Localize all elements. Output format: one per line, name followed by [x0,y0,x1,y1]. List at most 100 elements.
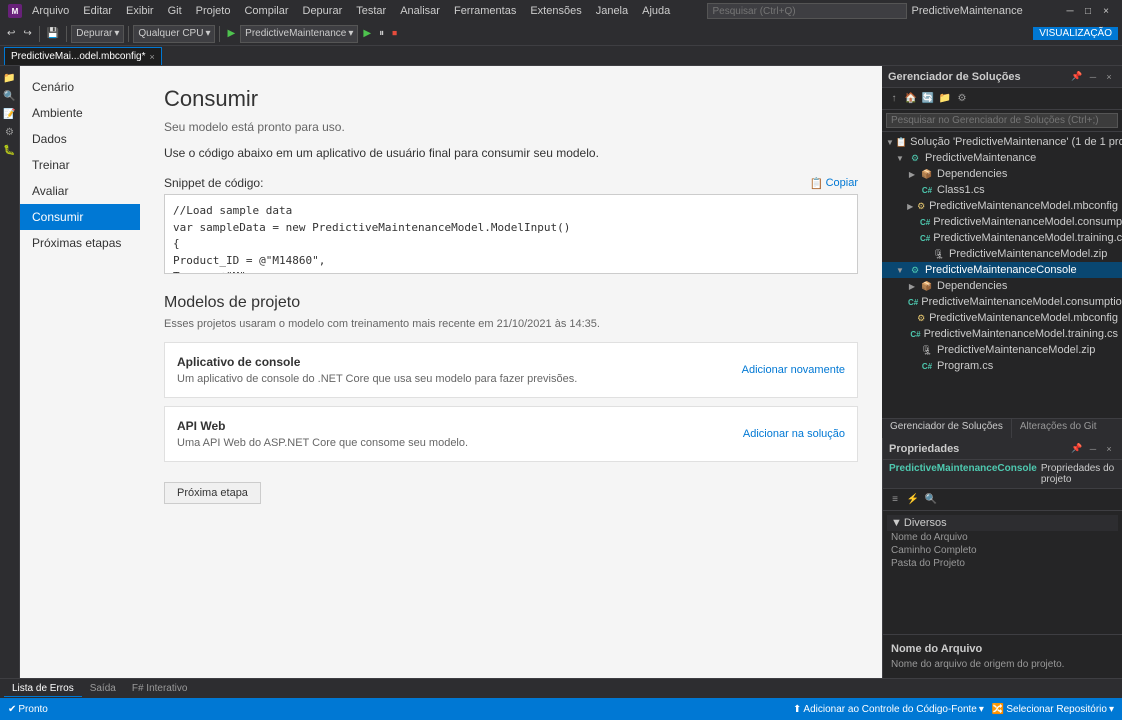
menu-compilar[interactable]: Compilar [238,3,294,19]
active-tab[interactable]: PredictiveMai...odel.mbconfig* × [4,47,162,65]
menu-janela[interactable]: Janela [590,3,634,19]
search-input[interactable] [712,6,902,17]
se-title: Gerenciador de Soluções [888,71,1021,83]
bottom-tab-errors[interactable]: Lista de Erros [4,681,82,697]
menu-git[interactable]: Git [162,3,188,19]
nav-cenario[interactable]: Cenário [20,74,140,100]
separator-2 [66,26,67,42]
pause-btn[interactable]: ⏸ [376,27,387,40]
se-minimize-btn[interactable]: ─ [1086,70,1100,84]
menu-depurar[interactable]: Depurar [297,3,349,19]
minimize-button[interactable]: ─ [1062,4,1078,18]
tree-training1[interactable]: C# PredictiveMaintenanceModel.training.c… [882,230,1122,246]
side-icon-explorer[interactable]: 📁 [2,70,18,86]
nav-dados[interactable]: Dados [20,126,140,152]
expand-icon: ▼ [886,138,894,147]
props-btn-3[interactable]: 🔍 [923,492,939,508]
props-close-btn[interactable]: × [1102,442,1116,456]
toolbar-save[interactable]: 💾 [44,27,62,40]
tab-se[interactable]: Gerenciador de Soluções [882,419,1012,438]
search-box[interactable] [707,3,907,19]
bottom-tab-output[interactable]: Saída [82,681,124,696]
tree-zip1[interactable]: 🗜 PredictiveMaintenanceModel.zip [882,246,1122,262]
menu-projeto[interactable]: Projeto [190,3,237,19]
se-btn-1[interactable]: ↑ [886,91,902,107]
project-dropdown[interactable]: PredictiveMaintenance ▾ [240,25,358,43]
menu-arquivo[interactable]: Arquivo [26,3,75,19]
page-title: Consumir [164,86,858,112]
tree-class1[interactable]: C# Class1.cs [882,182,1122,198]
side-icon-debug[interactable]: 🐛 [2,142,18,158]
nav-ambiente[interactable]: Ambiente [20,100,140,126]
side-icon-search[interactable]: 🔍 [2,88,18,104]
se-pin-btn[interactable]: 📌 [1070,70,1084,84]
snippet-header: Snippet de código: 📋 Copiar [164,176,858,190]
nav-proximas[interactable]: Próximas etapas [20,230,140,256]
tree-dependencies-1[interactable]: ▶ 📦 Dependencies [882,166,1122,182]
status-source-control[interactable]: ⬆ Adicionar ao Controle do Código-Fonte … [793,704,984,715]
se-btn-4[interactable]: 📁 [937,91,953,107]
menu-ajuda[interactable]: Ajuda [636,3,676,19]
props-footer-desc: Nome do arquivo de origem do projeto. [891,659,1114,670]
props-btn-1[interactable]: ≡ [887,492,903,508]
props-key-1: Nome do Arquivo [891,532,991,543]
tab-git[interactable]: Alterações do Git [1012,419,1105,438]
tree-pm-project[interactable]: ▼ ⚙ PredictiveMaintenance [882,150,1122,166]
cs-icon-3: C# [920,231,930,245]
visualization-btn[interactable]: VISUALIZAÇÃO [1033,27,1118,40]
tree-training2[interactable]: C# PredictiveMaintenanceModel.training.c… [882,326,1122,342]
tree-program[interactable]: C# Program.cs [882,358,1122,374]
toolbar-redo[interactable]: ↪ [20,27,34,40]
se-btn-2[interactable]: 🏠 [903,91,919,107]
tree-mbconfig2[interactable]: ⚙ PredictiveMaintenanceModel.mbconfig [882,310,1122,326]
nav-consumir[interactable]: Consumir [20,204,140,230]
props-row-1: Nome do Arquivo [887,531,1118,544]
stop-btn[interactable]: ⏹ [389,27,400,40]
se-bottom-tabs: Gerenciador de Soluções Alterações do Gi… [882,418,1122,438]
side-icon-settings[interactable]: ⚙ [2,124,18,140]
side-icon-notes[interactable]: 📝 [2,106,18,122]
se-close-btn[interactable]: × [1102,70,1116,84]
se-search-input[interactable] [886,113,1118,128]
se-header: Gerenciador de Soluções 📌 ─ × [882,66,1122,88]
bottom-tab-fsharp[interactable]: F# Interativo [124,681,196,696]
tree-console-project[interactable]: ▼ ⚙ PredictiveMaintenanceConsole [882,262,1122,278]
tree-consumption1[interactable]: C# PredictiveMaintenanceModel.consumptio… [882,214,1122,230]
nav-avaliar[interactable]: Avaliar [20,178,140,204]
menu-exibir[interactable]: Exibir [120,3,160,19]
status-repo[interactable]: 🔀 Selecionar Repositório ▾ [992,704,1114,715]
props-min-btn[interactable]: ─ [1086,442,1100,456]
nav-treinar[interactable]: Treinar [20,152,140,178]
start-btn[interactable]: ▶ [224,27,238,40]
tree-mbconfig[interactable]: ▶ ⚙ PredictiveMaintenanceModel.mbconfig [882,198,1122,214]
status-text: Pronto [18,704,47,715]
tree-zip2[interactable]: 🗜 PredictiveMaintenanceModel.zip [882,342,1122,358]
copy-button[interactable]: 📋 Copiar [810,177,858,190]
web-api-action[interactable]: Adicionar na solução [743,428,845,440]
tab-close-icon[interactable]: × [150,52,155,62]
menu-ferramentas[interactable]: Ferramentas [448,3,522,19]
next-step-button[interactable]: Próxima etapa [164,482,261,504]
web-api-card: API Web Uma API Web do ASP.NET Core que … [164,406,858,462]
separator-4 [219,26,220,42]
title-bar-center: PredictiveMaintenance [707,3,1030,19]
props-btn-2[interactable]: ⚡ [905,492,921,508]
cpu-dropdown[interactable]: Qualquer CPU ▾ [133,25,215,43]
se-btn-3[interactable]: 🔄 [920,91,936,107]
menu-testar[interactable]: Testar [350,3,392,19]
tree-solution[interactable]: ▼ 📋 Solução 'PredictiveMaintenance' (1 d… [882,134,1122,150]
menu-editar[interactable]: Editar [77,3,118,19]
maximize-button[interactable]: □ [1080,4,1096,18]
tree-consumption2[interactable]: C# PredictiveMaintenanceModel.consumptio… [882,294,1122,310]
tab-label: PredictiveMai...odel.mbconfig* [11,51,146,62]
debug-dropdown[interactable]: Depurar ▾ [71,25,124,43]
menu-analisar[interactable]: Analisar [394,3,446,19]
menu-extensoes[interactable]: Extensões [524,3,587,19]
toolbar-undo[interactable]: ↩ [4,27,18,40]
console-app-action[interactable]: Adicionar novamente [742,364,845,376]
se-btn-5[interactable]: ⚙ [954,91,970,107]
props-pin-btn[interactable]: 📌 [1070,442,1084,456]
close-button[interactable]: × [1098,4,1114,18]
tree-dependencies-2[interactable]: ▶ 📦 Dependencies [882,278,1122,294]
run-btn[interactable]: ▶ [360,27,374,40]
